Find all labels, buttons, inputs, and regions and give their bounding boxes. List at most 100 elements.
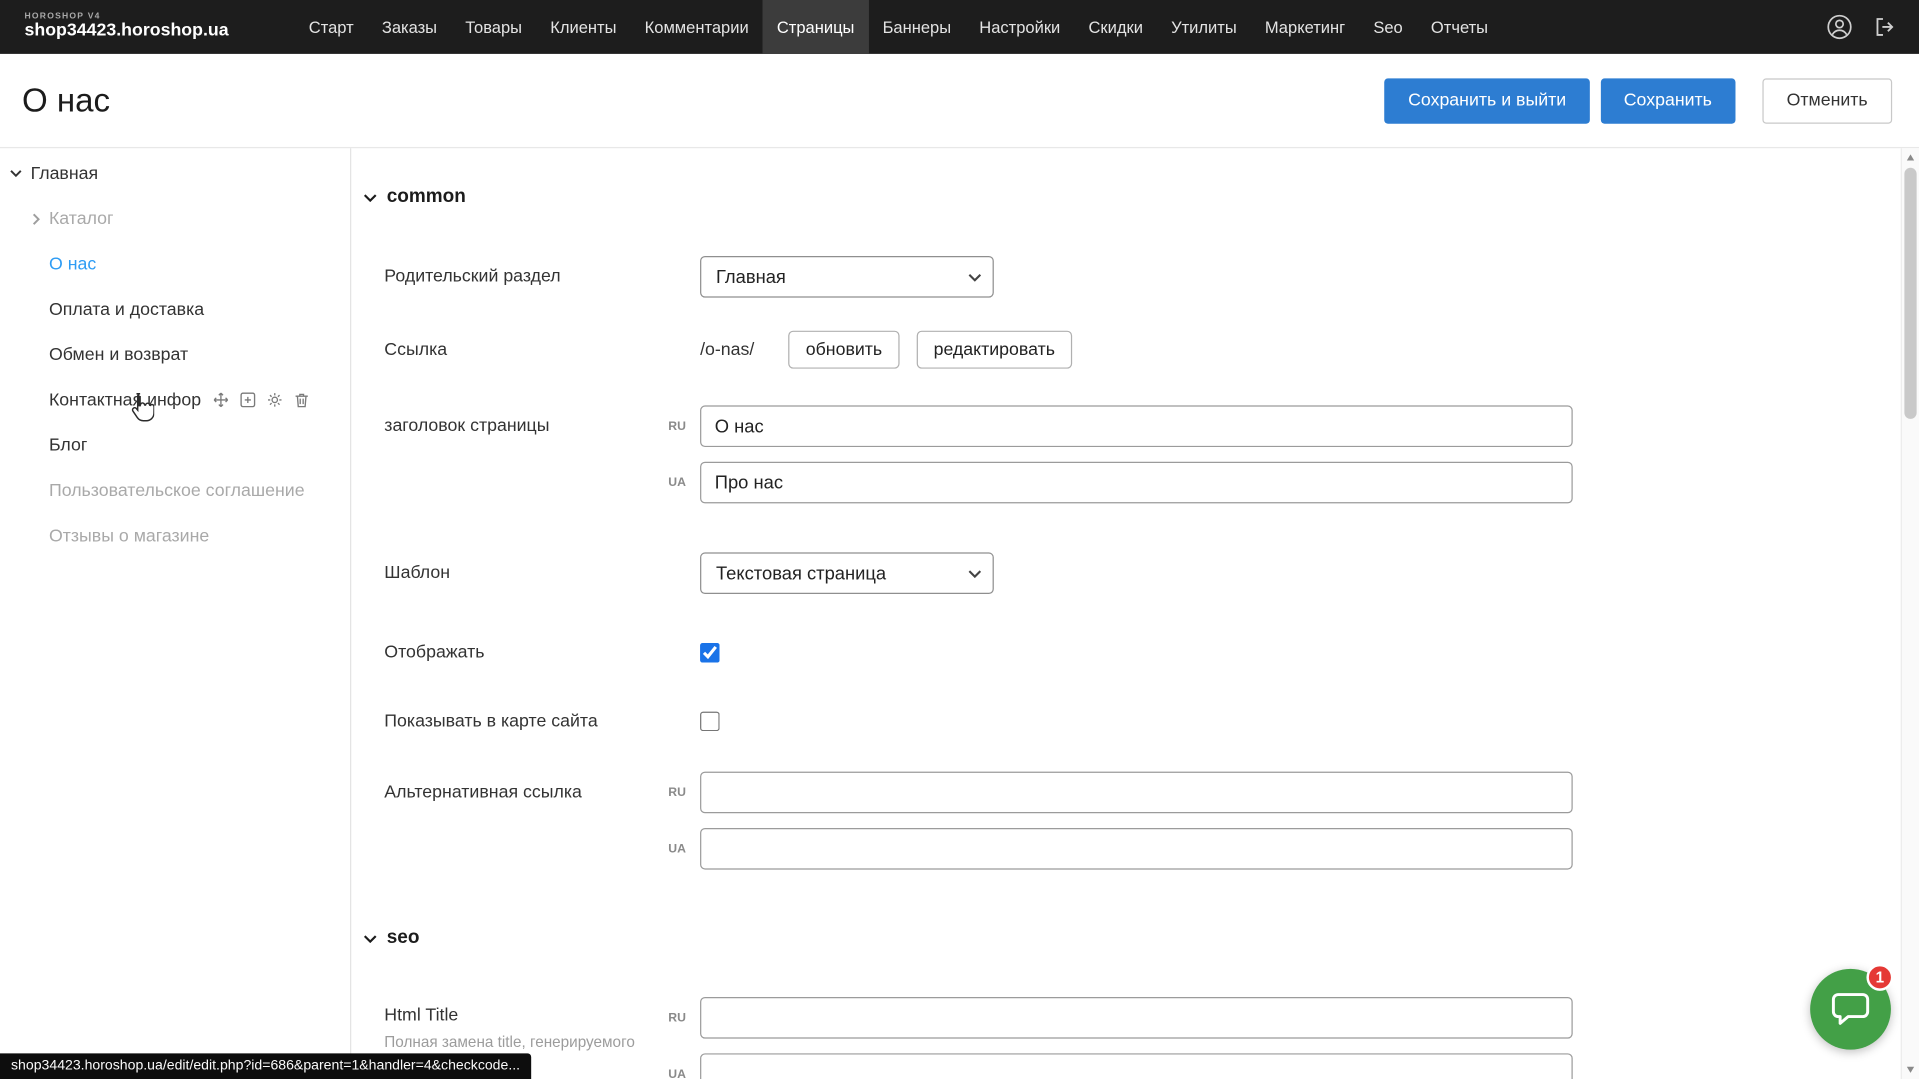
account-icon[interactable] <box>1826 13 1853 40</box>
tree-item-katalog[interactable]: Каталог <box>0 196 350 241</box>
triangle-down-icon <box>1907 1067 1914 1073</box>
lang-tag-ru: RU <box>668 786 686 799</box>
page-title: О нас <box>22 81 110 119</box>
tree-item-label: Контактная инфор <box>49 390 201 410</box>
brand-logo[interactable]: HOROSHOP V4 shop34423.horoshop.ua <box>24 12 228 42</box>
select-value: Главная <box>716 266 786 287</box>
nav-item-utilities[interactable]: Утилиты <box>1157 0 1251 54</box>
link-edit-button[interactable]: редактировать <box>916 331 1072 369</box>
section-common[interactable]: common <box>363 185 1900 209</box>
nav-item-pages[interactable]: Страницы <box>763 0 869 54</box>
logout-icon[interactable] <box>1873 15 1897 39</box>
chevron-down-icon <box>363 934 376 943</box>
field-hint: Полная замена title, генерируемого <box>384 1034 700 1051</box>
tree-item-label: Каталог <box>49 209 114 229</box>
select-value: Текстовая страница <box>716 563 886 584</box>
chevron-down-icon <box>968 569 981 578</box>
lang-tag-ua: UA <box>668 476 686 489</box>
field-label: Шаблон <box>384 563 700 583</box>
top-navbar: HOROSHOP V4 shop34423.horoshop.ua Старт … <box>0 0 1919 54</box>
vertical-scrollbar[interactable] <box>1901 148 1919 1079</box>
chat-unread-badge: 1 <box>1866 964 1893 991</box>
brand-version: HOROSHOP V4 <box>24 12 228 21</box>
tree-item-label: Пользовательское соглашение <box>49 481 305 501</box>
triangle-up-icon <box>1907 154 1914 160</box>
tree-item-blog[interactable]: Блог <box>0 423 350 468</box>
template-field: Шаблон Текстовая страница <box>384 552 1900 594</box>
nav-item-products[interactable]: Товары <box>451 0 536 54</box>
alt-link-field: Альтернативная ссылка RU UA <box>384 772 1900 870</box>
html-title-ru-input[interactable] <box>700 997 1573 1039</box>
main-nav: Старт Заказы Товары Клиенты Комментарии … <box>295 0 1502 54</box>
page-title-ru-input[interactable] <box>700 405 1573 447</box>
nav-item-orders[interactable]: Заказы <box>368 0 451 54</box>
tree-item-oplata[interactable]: Оплата и доставка <box>0 287 350 332</box>
template-select[interactable]: Текстовая страница <box>700 552 994 594</box>
page-edit-form: common Родительский раздел Главная Ссылк… <box>351 148 1900 1079</box>
scrollbar-thumb[interactable] <box>1904 168 1916 419</box>
field-label: Показывать в карте сайта <box>384 712 700 732</box>
tree-item-label: О нас <box>49 254 96 274</box>
scroll-up-button[interactable] <box>1902 148 1919 166</box>
section-title: seo <box>387 927 420 949</box>
nav-item-marketing[interactable]: Маркетинг <box>1251 0 1359 54</box>
scroll-down-button[interactable] <box>1902 1061 1919 1079</box>
html-title-field: Html Title Полная замена title, генериру… <box>384 997 1900 1079</box>
save-button[interactable]: Сохранить <box>1600 78 1735 123</box>
link-field: Ссылка /o-nas/ обновить редактировать <box>384 331 1900 369</box>
tree-item-o-nas[interactable]: О нас <box>0 241 350 286</box>
sitemap-field: Показывать в карте сайта <box>384 712 1900 732</box>
body: Главная Каталог О нас Оплата и доставка … <box>0 147 1919 1079</box>
chevron-down-icon[interactable] <box>10 169 22 178</box>
page-title-field: заголовок страницы RU UA <box>384 405 1900 503</box>
chevron-right-icon[interactable] <box>32 213 41 225</box>
page-header: О нас Сохранить и выйти Сохранить Отмени… <box>0 54 1919 147</box>
alt-link-ru-input[interactable] <box>700 772 1573 814</box>
parent-section-select[interactable]: Главная <box>700 256 994 298</box>
tree-item-obmen[interactable]: Обмен и возврат <box>0 332 350 377</box>
alt-link-ua-input[interactable] <box>700 828 1573 870</box>
link-refresh-button[interactable]: обновить <box>789 331 900 369</box>
tree-item-reviews[interactable]: Отзывы о магазине <box>0 513 350 558</box>
tree-item-label: Отзывы о магазине <box>49 526 209 546</box>
screen: HOROSHOP V4 shop34423.horoshop.ua Старт … <box>0 0 1919 1079</box>
cancel-button[interactable]: Отменить <box>1762 78 1892 123</box>
nav-item-settings[interactable]: Настройки <box>965 0 1074 54</box>
browser-viewport: HOROSHOP V4 shop34423.horoshop.ua Старт … <box>0 0 1919 1079</box>
nav-item-clients[interactable]: Клиенты <box>536 0 630 54</box>
tree-item-kontaktnaya[interactable]: Контактная инфор <box>0 377 350 422</box>
settings-gear-icon[interactable] <box>267 392 283 408</box>
nav-item-seo[interactable]: Seo <box>1359 0 1417 54</box>
section-seo[interactable]: seo <box>363 926 1900 950</box>
chat-bubble-icon <box>1830 990 1872 1029</box>
nav-item-start[interactable]: Старт <box>295 0 368 54</box>
field-label: заголовок страницы <box>384 405 700 447</box>
tree-item-glavnaya[interactable]: Главная <box>0 151 350 196</box>
nav-item-reports[interactable]: Отчеты <box>1417 0 1502 54</box>
brand-domain: shop34423.horoshop.ua <box>24 23 228 43</box>
display-checkbox[interactable] <box>700 643 720 663</box>
tree-item-agreement[interactable]: Пользовательское соглашение <box>0 468 350 513</box>
save-and-exit-button[interactable]: Сохранить и выйти <box>1385 78 1590 123</box>
sitemap-checkbox[interactable] <box>700 712 720 732</box>
drag-move-icon[interactable] <box>213 392 229 408</box>
nav-item-discounts[interactable]: Скидки <box>1074 0 1157 54</box>
field-label: Ссылка <box>384 340 700 360</box>
field-label: Альтернативная ссылка <box>384 772 700 814</box>
tree-item-label: Главная <box>31 164 99 184</box>
html-title-ua-input[interactable] <box>700 1053 1573 1079</box>
delete-trash-icon[interactable] <box>294 392 310 408</box>
add-page-icon[interactable] <box>240 392 256 408</box>
tree-item-label: Обмен и возврат <box>49 345 188 365</box>
display-field: Отображать <box>384 643 1900 663</box>
nav-item-banners[interactable]: Баннеры <box>869 0 966 54</box>
field-label: Родительский раздел <box>384 267 700 287</box>
link-status-bar: shop34423.horoshop.ua/edit/edit.php?id=6… <box>0 1053 531 1079</box>
tree-item-actions <box>213 392 310 408</box>
topbar-icons <box>1826 13 1897 40</box>
page-title-ua-input[interactable] <box>700 462 1573 504</box>
header-actions: Сохранить и выйти Сохранить Отменить <box>1385 78 1892 123</box>
nav-item-comments[interactable]: Комментарии <box>631 0 763 54</box>
pages-tree-sidebar: Главная Каталог О нас Оплата и доставка … <box>0 148 351 1079</box>
chat-widget-button[interactable]: 1 <box>1810 969 1891 1050</box>
